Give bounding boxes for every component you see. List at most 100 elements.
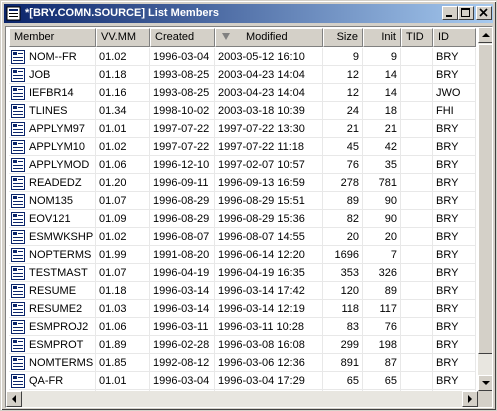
member-icon [11,158,25,172]
cell-size: 65 [323,372,363,390]
cell-vvmm: 01.07 [96,264,150,282]
member-name: READEDZ [29,177,82,189]
column-header-created[interactable]: Created [150,28,215,47]
table-row[interactable]: ESMPROT 01.89 1996-02-28 1996-03-08 16:08 29… [9,336,476,354]
member-name: RESUME [29,285,77,297]
cell-vvmm: 01.02 [96,228,150,246]
minimize-button[interactable] [442,6,458,20]
cell-vvmm: 01.09 [96,210,150,228]
member-icon [11,104,25,118]
cell-vvmm: 01.01 [96,120,150,138]
cell-modified: 2003-03-18 10:39 [215,102,323,120]
column-header-id[interactable]: ID [433,28,476,47]
table-row[interactable]: ESMWKSHP 01.02 1996-08-07 1996-08-07 14:55 2… [9,228,476,246]
table-row[interactable]: APPLYM10 01.02 1997-07-22 1997-07-22 11:18 4… [9,138,476,156]
sort-descending-icon [222,33,230,40]
column-header-modified[interactable]: Modified [215,28,323,47]
column-header-size[interactable]: Size [323,28,363,47]
cell-member: TLINES [9,102,96,120]
horizontal-scrollbar[interactable] [6,391,478,407]
table-row[interactable]: NOM135 01.07 1996-08-29 1996-08-29 15:51 89 9… [9,192,476,210]
column-header-modified-label: Modified [246,31,288,43]
cell-vvmm: 01.06 [96,318,150,336]
cell-modified: 1996-03-08 16:08 [215,336,323,354]
members-list[interactable]: Member VV.MM Created Modified Size Init … [5,26,493,408]
scroll-right-button[interactable] [462,391,478,407]
member-icon [11,338,25,352]
member-name: IEFBR14 [29,87,74,99]
scroll-down-button[interactable] [478,375,492,391]
member-name: TESTMAST [29,267,88,279]
cell-modified: 2003-04-23 14:04 [215,84,323,102]
column-header-init[interactable]: Init [363,28,401,47]
member-icon [11,374,25,388]
cell-id: BRY [433,120,476,138]
cell-vvmm: 01.34 [96,102,150,120]
close-button[interactable] [476,6,492,20]
arrow-up-icon [482,33,490,37]
cell-init: 89 [363,282,401,300]
member-icon [11,248,25,262]
table-row[interactable]: RESUME2 01.03 1996-03-14 1996-03-14 12:19 11… [9,300,476,318]
table-row[interactable]: ESMPROJ2 01.06 1996-03-11 1996-03-11 10:28 8… [9,318,476,336]
table-row[interactable]: NOMTERMS 01.85 1992-08-12 1996-03-06 12:36 8… [9,354,476,372]
cell-vvmm: 01.89 [96,336,150,354]
column-header-tid[interactable]: TID [401,28,433,47]
cell-member: NOM--FR [9,48,96,66]
cell-init: 14 [363,66,401,84]
maximize-button[interactable] [458,6,474,20]
cell-vvmm: 01.16 [96,84,150,102]
table-row[interactable]: READEDZ 01.20 1996-09-11 1996-09-13 16:59 27… [9,174,476,192]
cell-size: 299 [323,336,363,354]
cell-tid [401,336,433,354]
member-name: NOM--FR [29,51,77,63]
cell-tid [401,372,433,390]
member-name: RESUME2 [29,303,83,315]
scroll-up-button[interactable] [478,27,492,43]
table-row[interactable]: APPLYM97 01.01 1997-07-22 1997-07-22 13:30 2… [9,120,476,138]
cell-tid [401,66,433,84]
member-icon [11,302,25,316]
table-row[interactable]: RESUME 01.18 1996-03-14 1996-03-14 17:42 120… [9,282,476,300]
cell-tid [401,246,433,264]
column-header-vvmm[interactable]: VV.MM [96,28,150,47]
member-icon [11,68,25,82]
member-icon [11,230,25,244]
table-row[interactable]: JOB 01.18 1993-08-25 2003-04-23 14:04 12 14 BR… [9,66,476,84]
cell-tid [401,174,433,192]
cell-created: 1996-03-14 [150,300,215,318]
cell-tid [401,354,433,372]
table-row[interactable]: TESTMAST 01.07 1996-04-19 1996-04-19 16:35 3… [9,264,476,282]
cell-tid [401,282,433,300]
cell-init: 65 [363,372,401,390]
cell-created: 1996-08-29 [150,192,215,210]
cell-member: NOM135 [9,192,96,210]
table-row[interactable]: TLINES 01.34 1998-10-02 2003-03-18 10:39 24 1… [9,102,476,120]
table-row[interactable]: IEFBR14 01.16 1993-08-25 2003-04-23 14:04 12… [9,84,476,102]
cell-size: 21 [323,120,363,138]
cell-init: 117 [363,300,401,318]
table-row[interactable]: QA-FR 01.01 1996-03-04 1996-03-04 17:29 65 65… [9,372,476,390]
cell-id: BRY [433,156,476,174]
member-icon [11,266,25,280]
cell-size: 12 [323,66,363,84]
cell-id: FHI [433,102,476,120]
cell-vvmm: 01.07 [96,192,150,210]
cell-modified: 1996-08-29 15:36 [215,210,323,228]
cell-created: 1996-03-04 [150,372,215,390]
cell-created: 1993-08-25 [150,66,215,84]
table-row[interactable]: EOV121 01.09 1996-08-29 1996-08-29 15:36 82 9… [9,210,476,228]
cell-created: 1996-09-11 [150,174,215,192]
title-bar[interactable]: *[BRY.COMN.SOURCE] List Members [4,4,493,23]
table-row[interactable]: NOM--FR 01.02 1996-03-04 2003-05-12 16:10 9 9… [9,48,476,66]
vertical-scrollbar[interactable] [478,27,492,407]
cell-size: 1696 [323,246,363,264]
member-name: TLINES [29,105,68,117]
vertical-scroll-thumb[interactable] [478,44,492,354]
table-row[interactable]: APPLYMOD 01.06 1996-12-10 1997-02-07 10:57 7… [9,156,476,174]
size-grip[interactable] [478,391,492,407]
scroll-left-button[interactable] [6,391,22,407]
member-name: NOPTERMS [29,249,92,261]
column-header-member[interactable]: Member [9,28,96,47]
table-row[interactable]: NOPTERMS 01.99 1991-08-20 1996-06-14 12:20 1… [9,246,476,264]
